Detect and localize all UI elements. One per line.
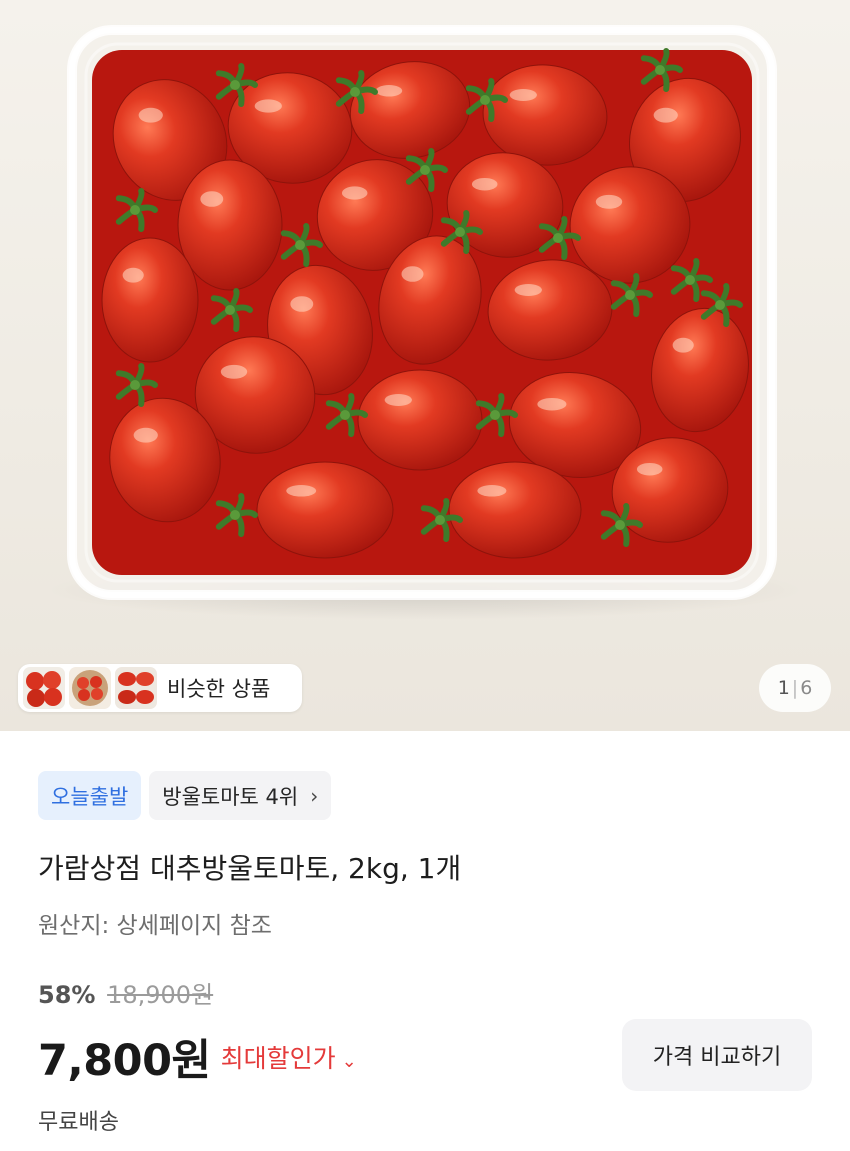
similar-products-label: 비슷한 상품 xyxy=(167,677,271,701)
image-counter-total: 6 xyxy=(800,677,813,699)
similar-thumb-1 xyxy=(23,667,65,709)
similar-thumb-3 xyxy=(115,667,157,709)
price-compare-button[interactable]: 가격 비교하기 xyxy=(622,1019,812,1091)
best-price-label: 최대할인가 xyxy=(220,1044,336,1073)
category-rank-link[interactable]: 방울토마토 4위 › xyxy=(149,771,332,820)
product-origin: 원산지: 상세페이지 참조 xyxy=(38,913,272,939)
discount-percent: 58% xyxy=(38,981,96,1009)
original-price: 18,900원 xyxy=(107,981,214,1009)
shipping-info: 무료배송 xyxy=(38,1110,119,1135)
discount-row: 58% 18,900원 xyxy=(38,975,213,1010)
today-shipping-label: 오늘출발 xyxy=(51,784,129,809)
sale-price: 7,800원 xyxy=(38,1036,211,1086)
chevron-down-icon: ⌄ xyxy=(341,1051,357,1072)
price-row: 7,800원 최대할인가 ⌄ xyxy=(38,1026,357,1088)
image-counter: 1 | 6 xyxy=(759,664,831,712)
similar-thumb-2 xyxy=(69,667,111,709)
similar-products-button[interactable]: 비슷한 상품 xyxy=(18,664,302,712)
product-photo xyxy=(45,25,805,620)
chevron-right-icon: › xyxy=(310,783,319,808)
image-counter-separator: | xyxy=(791,677,799,699)
product-image-gallery[interactable]: 비슷한 상품 1 | 6 xyxy=(0,0,850,731)
today-shipping-badge: 오늘출발 xyxy=(38,771,142,820)
best-price-toggle[interactable]: 최대할인가 ⌄ xyxy=(221,1039,357,1075)
product-tags: 오늘출발 방울토마토 4위 › xyxy=(38,771,339,820)
product-title: 가람상점 대추방울토마토, 2kg, 1개 xyxy=(38,852,462,885)
image-counter-current: 1 xyxy=(777,677,790,699)
category-rank-label: 방울토마토 4위 xyxy=(162,784,299,809)
